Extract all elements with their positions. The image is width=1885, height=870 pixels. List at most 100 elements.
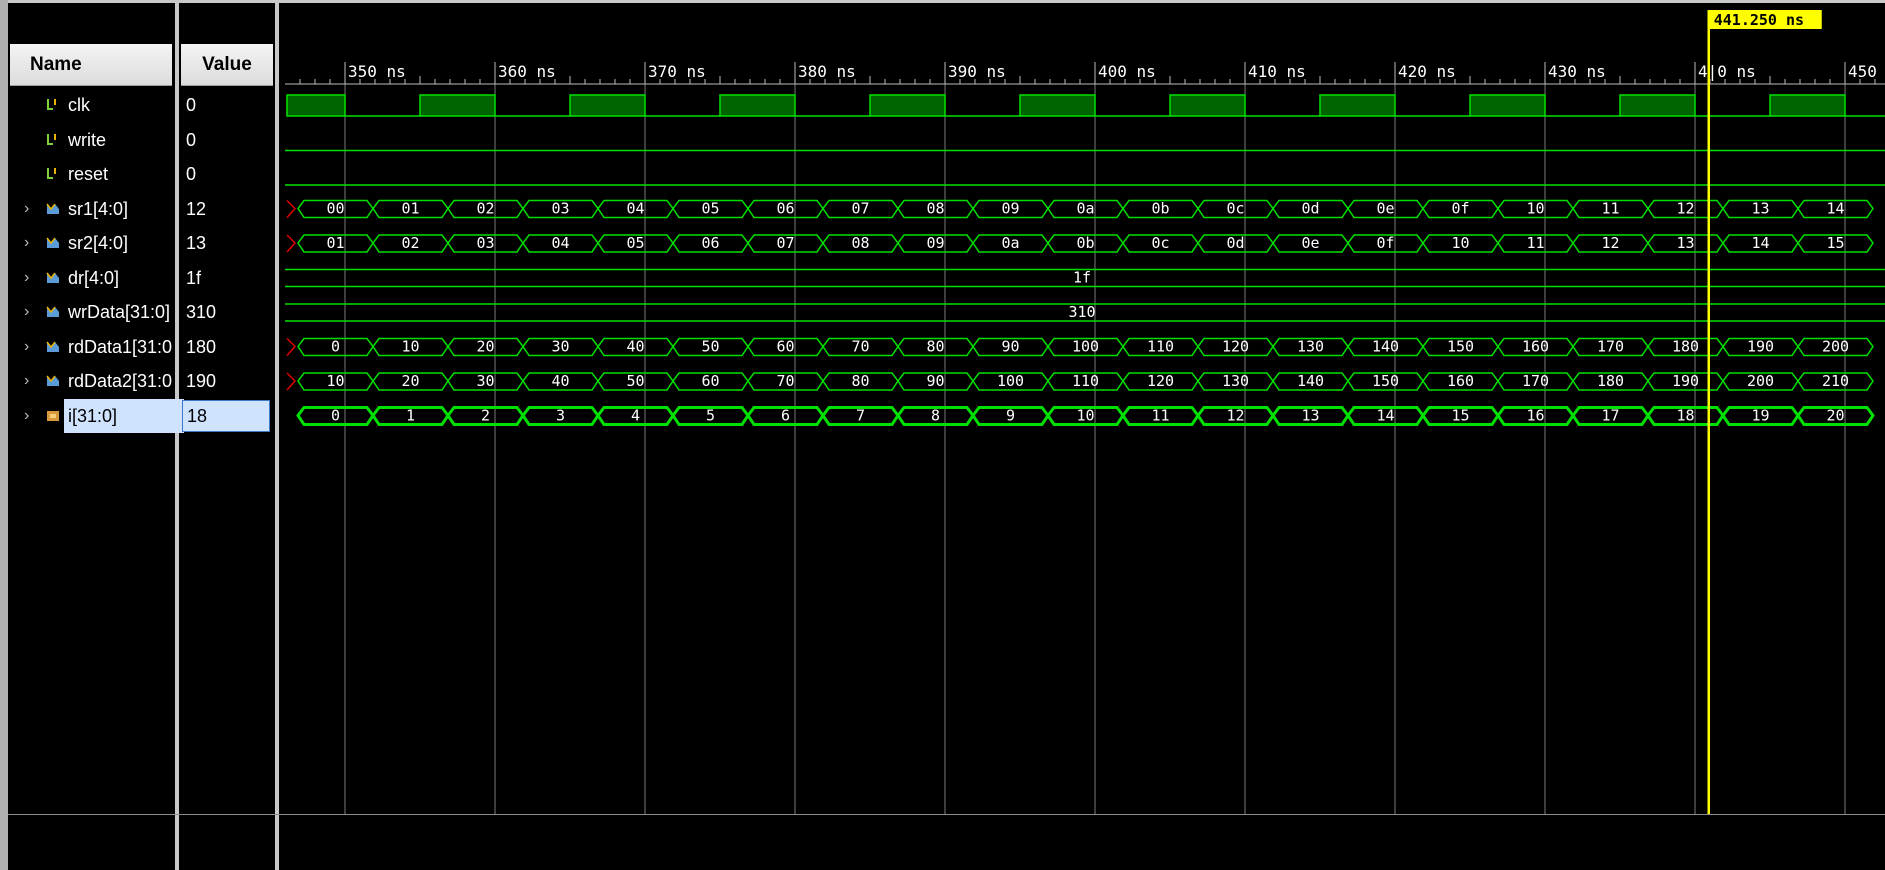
bus-segment-label: 01 [326,234,344,252]
clock-high-pulse [1169,94,1246,117]
bus-segment-label: 17 [1601,407,1619,425]
bus-segment-label: 2 [481,407,490,425]
bus-segment-label: 0a [1076,200,1094,218]
bus-segment-label: 11 [1601,200,1619,218]
clock-high-pulse [286,94,346,117]
bus-segment-label: 210 [1822,372,1849,390]
bus-segment-label: 50 [626,372,644,390]
bus-segment-label: 120 [1222,338,1249,356]
bus-segment-label: 04 [626,200,644,218]
bus-segment-label: 14 [1826,200,1844,218]
bus-segment-label: 70 [776,372,794,390]
cursor-time-label: 441.250 ns [1714,11,1804,29]
bus-segment-label: 14 [1751,234,1769,252]
bus-segment-label: 160 [1522,338,1549,356]
ruler-tick-label: 450 [1848,62,1877,81]
bus-segment-label: 4 [631,407,640,425]
ruler-tick-label: 430 ns [1548,62,1606,81]
bus-segment-label: 06 [701,234,719,252]
bus-segment-label: 5 [706,407,715,425]
clock-high-pulse [719,94,796,117]
clock-high-pulse [419,94,496,117]
bus-segment-label: 0f [1451,200,1469,218]
bus-segment-label: 13 [1751,200,1769,218]
waveform-viewer: Name Value clk 0 write 0 reset 0 › sr1[4:0] 12 › s… [0,0,1885,870]
bus-segment-label: 08 [926,200,944,218]
bus-segment-label: 0b [1151,200,1169,218]
clock-high-pulse [1769,94,1846,117]
bus-segment-label: 30 [551,338,569,356]
bus-segment-label: 0c [1151,234,1169,252]
bus-segment-label: 05 [626,234,644,252]
bus-segment-label: 13 [1301,407,1319,425]
bus-value-label: 1f [1073,269,1091,287]
bus-segment-label: 10 [1451,234,1469,252]
bus-segment-label: 18 [1676,407,1694,425]
bus-segment-label: 13 [1676,234,1694,252]
bus-segment-label: 03 [551,200,569,218]
bus-segment-label: 50 [701,338,719,356]
bus-segment-label: 10 [1526,200,1544,218]
bus-segment-label: 140 [1372,338,1399,356]
bus-segment-label: 16 [1526,407,1544,425]
bus-segment-label: 90 [926,372,944,390]
bus-segment-label: 9 [1006,407,1015,425]
bus-segment-label: 190 [1747,338,1774,356]
bus-segment-label: 0c [1226,200,1244,218]
bus-segment-label: 80 [926,338,944,356]
bus-segment-label: 20 [401,372,419,390]
bus-segment-label: 05 [701,200,719,218]
bus-segment-label: 190 [1672,372,1699,390]
bus-segment-label: 09 [1001,200,1019,218]
bus-segment-label: 01 [401,200,419,218]
bus-segment-label: 0e [1376,200,1394,218]
bus-segment-label: 03 [476,234,494,252]
bus-segment-label: 02 [476,200,494,218]
bus-segment-label: 8 [931,407,940,425]
bus-segment-label: 10 [401,338,419,356]
bus-segment-label: 12 [1226,407,1244,425]
bus-segment-label: 1 [406,407,415,425]
bus-segment-label: 70 [851,338,869,356]
bus-segment-label: 40 [551,372,569,390]
bus-segment-label: 0a [1001,234,1019,252]
bus-segment-label: 0b [1076,234,1094,252]
bus-segment-label: 20 [1826,407,1844,425]
bus-segment-label: 14 [1376,407,1394,425]
bus-segment-label: 40 [626,338,644,356]
bus-segment-label: 19 [1751,407,1769,425]
clock-high-pulse [869,94,946,117]
bus-segment-label: 0 [331,338,340,356]
bus-segment-label: 09 [926,234,944,252]
bus-segment-label: 100 [997,372,1024,390]
bus-segment-label: 160 [1447,372,1474,390]
bus-segment-label: 180 [1672,338,1699,356]
clock-high-pulse [1319,94,1396,117]
ruler-tick-label: 390 ns [948,62,1006,81]
ruler-tick-label: 410 ns [1248,62,1306,81]
bus-segment-label: 170 [1522,372,1549,390]
ruler-tick-label: 370 ns [648,62,706,81]
bus-segment-label: 12 [1676,200,1694,218]
waveform-canvas[interactable]: 350 ns 360 ns 370 ns 380 ns 390 ns 400 ns 410 … [0,0,1885,870]
bus-segment-label: 08 [851,234,869,252]
bus-segment-label: 130 [1297,338,1324,356]
bus-segment-label: 10 [326,372,344,390]
bus-segment-label: 02 [401,234,419,252]
bus-segment-label: 110 [1072,372,1099,390]
bus-segment-label: 120 [1147,372,1174,390]
bus-segment-label: 130 [1222,372,1249,390]
bus-segment-label: 0f [1376,234,1394,252]
bus-segment-label: 90 [1001,338,1019,356]
undefined-value-marker [286,199,297,218]
clock-high-pulse [1619,94,1696,117]
bus-segment-label: 170 [1597,338,1624,356]
undefined-value-marker [286,372,297,391]
bus-segment-label: 150 [1372,372,1399,390]
bus-segment-label: 30 [476,372,494,390]
bus-segment-label: 6 [781,407,790,425]
bus-segment-label: 11 [1151,407,1169,425]
bus-segment-label: 11 [1526,234,1544,252]
bus-segment-label: 10 [1076,407,1094,425]
ruler-tick-label: 400 ns [1098,62,1156,81]
